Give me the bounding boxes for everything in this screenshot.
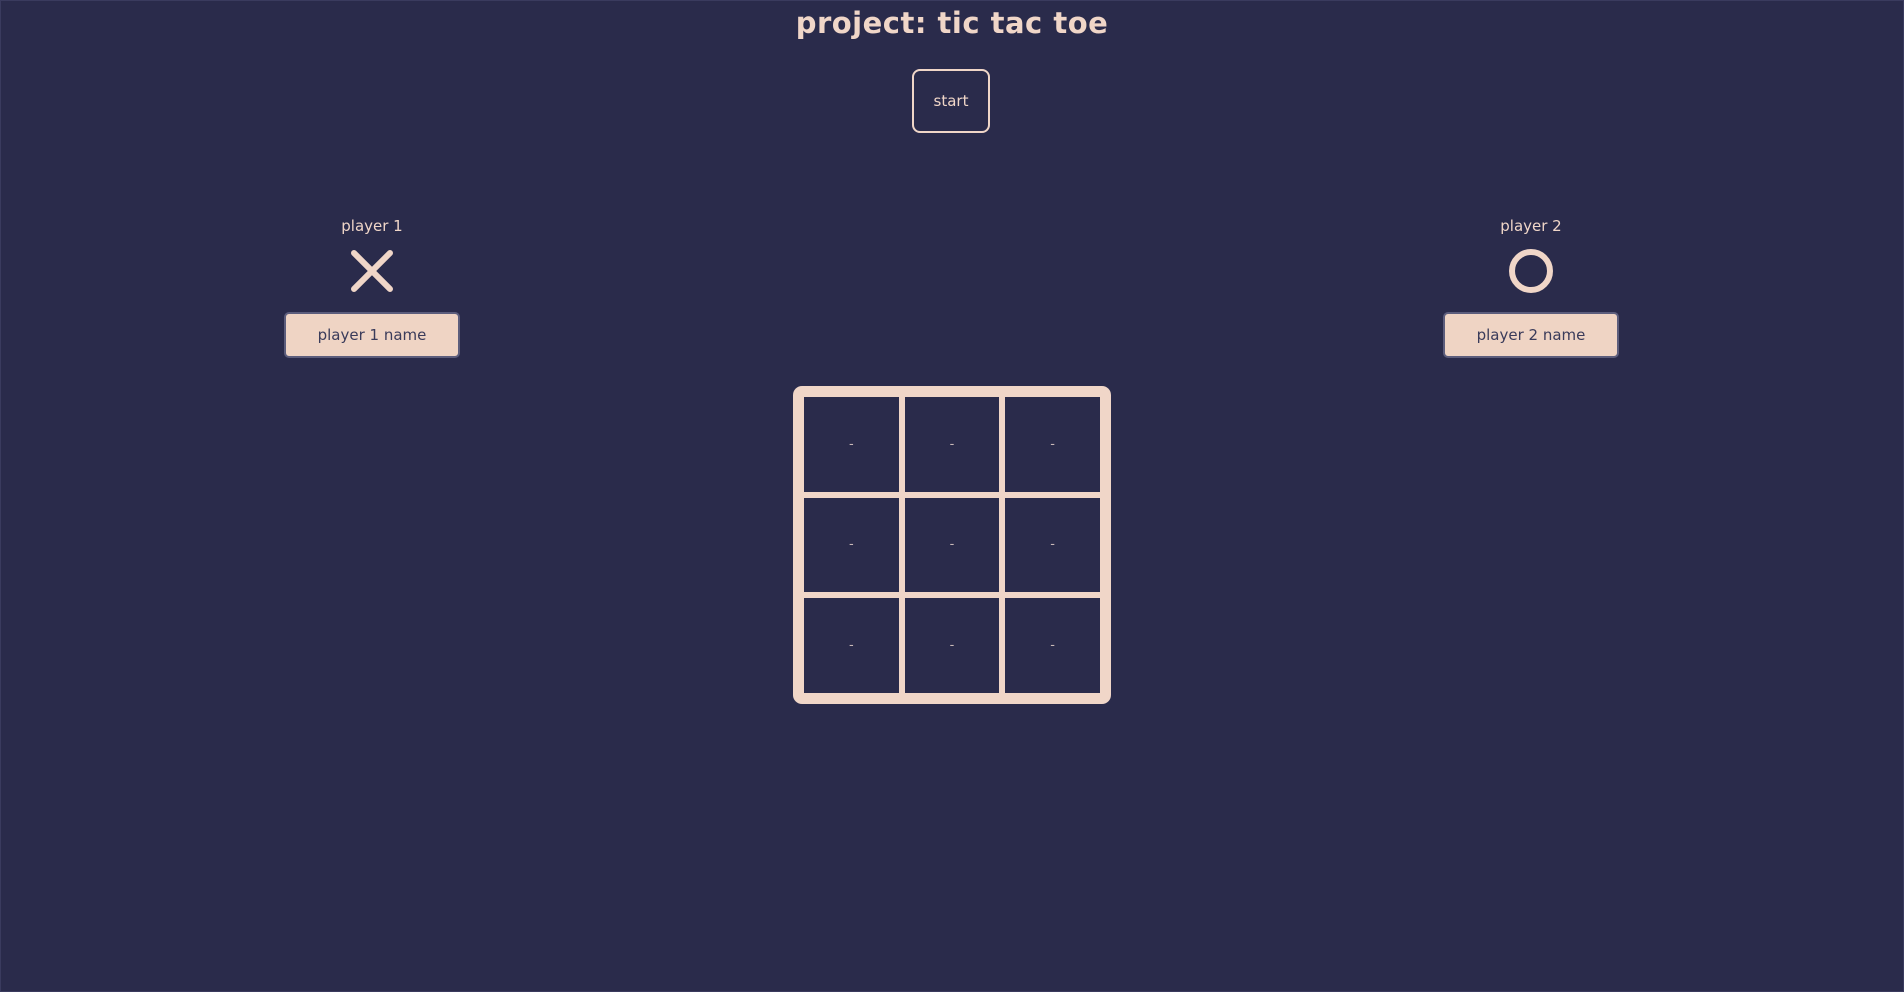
player-2-label: player 2 — [1500, 217, 1562, 235]
player-1-name-button[interactable]: player 1 name — [284, 312, 460, 358]
board-cell-8[interactable]: - — [903, 597, 1001, 694]
x-icon — [349, 248, 395, 294]
page-title: project: tic tac toe — [795, 6, 1109, 40]
player-1-panel: player 1 player 1 name — [282, 214, 462, 358]
board-cell-3[interactable]: - — [1004, 396, 1101, 493]
player-2-panel: player 2 player 2 name — [1441, 214, 1621, 358]
board-cell-4[interactable]: - — [803, 496, 900, 594]
board-cell-6[interactable]: - — [1004, 496, 1101, 594]
board-cell-5[interactable]: - — [903, 496, 1001, 594]
game-board: - - - - - - - - - — [793, 386, 1111, 704]
board-cell-1[interactable]: - — [803, 396, 900, 493]
player-2-name-button[interactable]: player 2 name — [1443, 312, 1619, 358]
board-cell-2[interactable]: - — [903, 396, 1001, 493]
start-button[interactable]: start — [912, 69, 990, 133]
o-icon — [1508, 248, 1554, 294]
board-cell-7[interactable]: - — [803, 597, 900, 694]
board-cell-9[interactable]: - — [1004, 597, 1101, 694]
player-1-label: player 1 — [341, 217, 403, 235]
